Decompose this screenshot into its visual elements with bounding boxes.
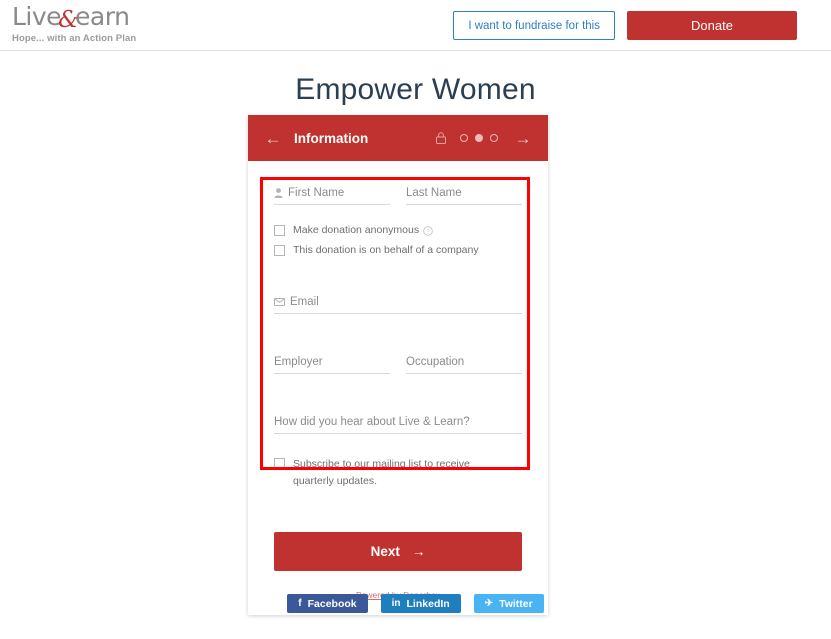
company-option-row[interactable]: This donation is on behalf of a company xyxy=(274,243,522,258)
site-header: Live&earn Hope... with an Action Plan I … xyxy=(0,0,831,51)
step-dot-3[interactable] xyxy=(490,134,498,142)
employer-placeholder: Employer xyxy=(274,356,323,369)
social-share-row: f Facebook in LinkedIn ✈ Twitter xyxy=(0,594,831,613)
anonymous-option-row[interactable]: Make donation anonymous ? xyxy=(274,223,522,238)
help-icon[interactable]: ? xyxy=(423,225,433,236)
twitter-label: Twitter xyxy=(499,597,533,610)
donate-button[interactable]: Donate xyxy=(627,11,797,40)
card-body: First Name Last Name Make donation anony… xyxy=(248,161,548,508)
logo-ampersand: & xyxy=(58,7,79,33)
share-linkedin-button[interactable]: in LinkedIn xyxy=(380,594,461,613)
forward-arrow-icon[interactable]: → xyxy=(514,130,532,147)
donation-form-card: ← Information → First Name Last Name Mak… xyxy=(248,115,548,615)
occupation-placeholder: Occupation xyxy=(406,356,465,369)
next-button-wrapper: Next → xyxy=(248,531,548,571)
subscribe-label: Subscribe to our mailing list to receive… xyxy=(293,458,470,487)
subscribe-checkbox[interactable] xyxy=(274,458,285,470)
employment-field-row: Employer Occupation xyxy=(274,352,522,375)
facebook-label: Facebook xyxy=(307,597,357,610)
logo-tagline: Hope... with an Action Plan xyxy=(12,33,137,44)
first-name-placeholder: First Name xyxy=(288,187,345,199)
logo-wordmark: Live&earn xyxy=(12,2,192,33)
envelope-icon xyxy=(274,298,285,307)
anonymous-label: Make donation anonymous xyxy=(293,224,420,236)
logo-text-live: Live xyxy=(12,2,62,31)
occupation-input[interactable]: Occupation xyxy=(406,352,522,375)
card-header: ← Information → xyxy=(248,115,548,161)
linkedin-icon: in xyxy=(391,598,401,609)
referral-input[interactable]: How did you hear about Live & Learn? xyxy=(274,412,522,435)
facebook-icon: f xyxy=(298,598,302,609)
company-checkbox[interactable] xyxy=(274,245,285,257)
company-label: This donation is on behalf of a company xyxy=(293,244,479,257)
lock-icon xyxy=(436,132,446,144)
site-logo[interactable]: Live&earn Hope... with an Action Plan xyxy=(12,4,192,44)
step-indicator xyxy=(460,134,498,142)
next-button[interactable]: Next → xyxy=(274,531,522,571)
subscribe-option-row[interactable]: Subscribe to our mailing list to receive… xyxy=(274,456,522,489)
step-dot-2[interactable] xyxy=(475,134,483,142)
page-title: Empower Women xyxy=(295,73,536,106)
share-twitter-button[interactable]: ✈ Twitter xyxy=(473,594,544,613)
last-name-input[interactable]: Last Name xyxy=(406,183,522,205)
share-facebook-button[interactable]: f Facebook xyxy=(287,594,368,613)
anonymous-checkbox[interactable] xyxy=(274,225,285,236)
next-button-label: Next xyxy=(370,543,400,559)
step-dot-1[interactable] xyxy=(460,134,468,142)
back-arrow-icon[interactable]: ← xyxy=(264,130,282,147)
linkedin-label: LinkedIn xyxy=(406,597,450,610)
fundraise-button[interactable]: I want to fundraise for this xyxy=(453,11,615,40)
twitter-icon: ✈ xyxy=(484,598,494,609)
employer-input[interactable]: Employer xyxy=(274,352,390,375)
card-step-title: Information xyxy=(294,130,369,146)
email-input[interactable]: Email xyxy=(274,292,522,315)
email-placeholder: Email xyxy=(290,296,319,309)
first-name-input[interactable]: First Name xyxy=(274,183,390,205)
person-icon xyxy=(274,188,283,198)
header-actions: I want to fundraise for this Donate xyxy=(453,11,797,40)
name-field-row: First Name Last Name xyxy=(274,183,522,205)
logo-text-learn: earn xyxy=(75,2,130,31)
last-name-placeholder: Last Name xyxy=(406,187,462,199)
arrow-right-icon: → xyxy=(411,543,426,559)
referral-placeholder: How did you hear about Live & Learn? xyxy=(274,416,470,429)
donation-options: Make donation anonymous ? This donation … xyxy=(274,223,522,258)
